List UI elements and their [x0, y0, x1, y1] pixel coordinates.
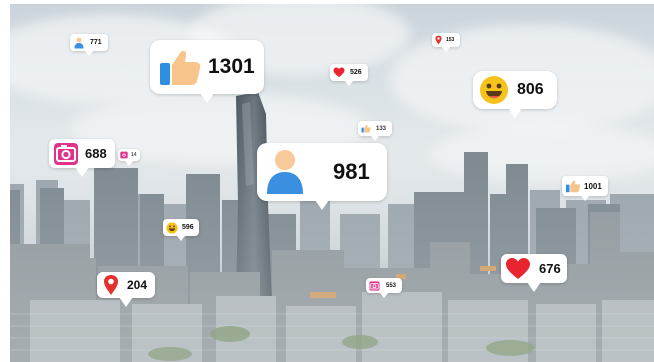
location-count-bubble-small: 153 [432, 33, 460, 52]
location-count-bubble: 204 [97, 272, 155, 307]
location-pin-icon [103, 274, 119, 296]
smiley-face-icon [479, 75, 509, 105]
reaction-count-bubble-small: 596 [163, 219, 199, 241]
heart-count: 676 [539, 261, 561, 276]
like-count-bubble-small: 1001 [562, 176, 608, 201]
heart-count-bubble: 676 [501, 254, 567, 292]
follower-count: 981 [333, 159, 370, 184]
like-count-bubble-tiny: 133 [358, 121, 392, 141]
photo-count-bubble-tiny: 14 [118, 149, 140, 166]
photo-count-small: 553 [386, 282, 397, 289]
photo-count-tiny: 14 [131, 152, 137, 158]
like-count-bubble: 1301 [150, 40, 264, 103]
camera-icon [53, 142, 79, 166]
location-count-small: 153 [446, 37, 455, 43]
thumbs-up-icon [361, 124, 371, 133]
reaction-count-small: 596 [182, 224, 194, 231]
person-icon [265, 148, 305, 196]
photo-count-bubble: 688 [49, 139, 115, 177]
follower-count-bubble: 981 [257, 143, 387, 210]
heart-count-bubble-small: 526 [330, 64, 368, 86]
camera-icon [369, 280, 380, 291]
photo-frame: 1301 981 806 688 676 204 1001 771 526 15… [0, 0, 654, 362]
like-count: 1301 [208, 55, 255, 78]
camera-icon [120, 151, 128, 159]
reaction-count: 806 [517, 81, 544, 98]
photo-count: 688 [85, 146, 107, 161]
photo-count-bubble-small: 553 [366, 278, 402, 298]
location-count: 204 [127, 278, 148, 292]
follower-count-small: 771 [90, 39, 102, 46]
thumbs-up-icon [158, 47, 202, 87]
heart-icon [333, 67, 345, 78]
person-icon [74, 37, 84, 49]
like-count-tiny: 133 [376, 125, 387, 132]
follower-count-bubble-small: 771 [70, 34, 108, 56]
thumbs-up-icon [565, 179, 581, 193]
location-pin-icon [435, 35, 442, 45]
heart-count-small: 526 [350, 69, 362, 76]
like-count-small: 1001 [584, 181, 602, 191]
reaction-count-bubble: 806 [473, 71, 557, 118]
smiley-face-icon [166, 221, 178, 234]
heart-icon [505, 257, 531, 281]
